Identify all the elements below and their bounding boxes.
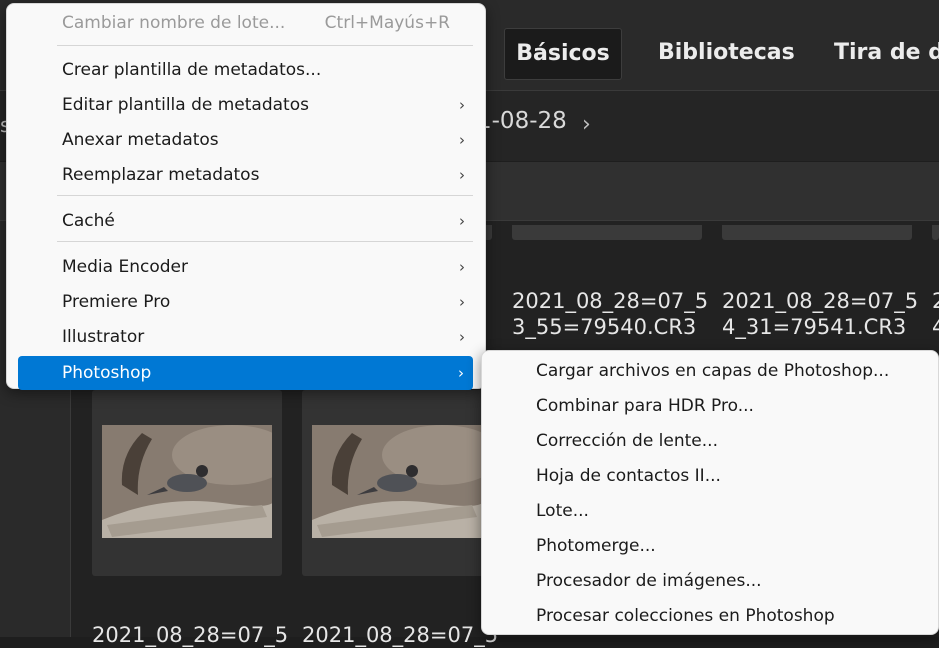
menu-item-label: Caché bbox=[62, 211, 115, 231]
thumbnail-card[interactable] bbox=[92, 390, 282, 576]
chevron-right-icon: › bbox=[459, 131, 465, 149]
file-name[interactable]: 2021_08_28=07_5 bbox=[302, 622, 498, 648]
submenu-item-process-collections[interactable]: Procesar colecciones en Photoshop bbox=[536, 599, 835, 633]
menu-item-label: Editar plantilla de metadatos bbox=[62, 95, 309, 115]
submenu-item-load-layers[interactable]: Cargar archivos en capas de Photoshop... bbox=[536, 354, 889, 388]
chevron-right-icon: › bbox=[459, 166, 465, 184]
menu-item-edit-metadata-template[interactable]: Editar plantilla de metadatos › bbox=[7, 88, 485, 122]
file-name[interactable]: 2021_08_28=07_5 bbox=[92, 622, 288, 648]
submenu-item-lens-correction[interactable]: Corrección de lente... bbox=[536, 424, 718, 458]
chevron-right-icon: › bbox=[459, 96, 465, 114]
file-name[interactable]: 2021_08_28=07_5 4_31=79541.CR3 bbox=[722, 288, 918, 340]
menu-item-media-encoder[interactable]: Media Encoder › bbox=[7, 250, 485, 284]
path-chevron-icon[interactable]: › bbox=[582, 112, 591, 137]
chevron-right-icon: › bbox=[459, 212, 465, 230]
photoshop-submenu: Cargar archivos en capas de Photoshop...… bbox=[481, 350, 939, 635]
chevron-right-icon: › bbox=[458, 364, 464, 382]
file-name-line: 4 bbox=[932, 315, 939, 339]
menu-item-label: Anexar metadatos bbox=[62, 130, 219, 150]
menu-item-label: Photoshop bbox=[62, 363, 152, 383]
file-name[interactable]: 2021_08_28=07_5 3_55=79540.CR3 bbox=[512, 288, 708, 340]
submenu-item-image-processor[interactable]: Procesador de imágenes... bbox=[536, 564, 762, 598]
path-segment-folder[interactable]: 1-08-28 bbox=[477, 108, 567, 134]
menu-separator bbox=[57, 45, 473, 46]
workspace-tab-bibliotecas[interactable]: Bibliotecas bbox=[658, 28, 795, 78]
menu-item-label: Crear plantilla de metadatos... bbox=[62, 60, 322, 80]
workspace-tab-basicos[interactable]: Básicos bbox=[504, 28, 622, 80]
submenu-item-photomerge[interactable]: Photomerge... bbox=[536, 529, 656, 563]
file-name-line: 2021_08_28=07_5 bbox=[722, 289, 919, 313]
menu-item-create-metadata-template[interactable]: Crear plantilla de metadatos... bbox=[7, 53, 485, 87]
menu-item-batch-rename: Cambiar nombre de lote... Ctrl+Mayús+R bbox=[7, 6, 485, 40]
menu-item-shortcut: Ctrl+Mayús+R bbox=[324, 13, 450, 33]
menu-separator bbox=[57, 195, 473, 196]
menu-item-label: Reemplazar metadatos bbox=[62, 165, 260, 185]
menu-separator bbox=[57, 241, 473, 242]
thumbnail-card[interactable] bbox=[302, 390, 492, 576]
bird-photo bbox=[102, 425, 272, 538]
chevron-right-icon: › bbox=[459, 258, 465, 276]
submenu-item-batch[interactable]: Lote... bbox=[536, 494, 589, 528]
workspace-tab-tira[interactable]: Tira de di bbox=[834, 28, 939, 78]
menu-item-illustrator[interactable]: Illustrator › bbox=[7, 320, 485, 354]
context-menu: Cambiar nombre de lote... Ctrl+Mayús+R C… bbox=[6, 3, 486, 390]
thumbnail-cell-top bbox=[722, 225, 912, 240]
menu-item-photoshop[interactable]: Photoshop › bbox=[18, 356, 473, 390]
file-name[interactable]: 2 4 bbox=[932, 288, 939, 340]
menu-item-append-metadata[interactable]: Anexar metadatos › bbox=[7, 123, 485, 157]
file-name-line: 2 bbox=[932, 289, 939, 313]
menu-item-label: Illustrator bbox=[62, 327, 145, 347]
menu-item-label: Media Encoder bbox=[62, 257, 188, 277]
menu-item-premiere-pro[interactable]: Premiere Pro › bbox=[7, 285, 485, 319]
menu-item-label: Premiere Pro bbox=[62, 292, 171, 312]
submenu-item-contact-sheet[interactable]: Hoja de contactos II... bbox=[536, 459, 721, 493]
menu-item-cache[interactable]: Caché › bbox=[7, 204, 485, 238]
file-name-line: 4_31=79541.CR3 bbox=[722, 315, 907, 339]
menu-item-replace-metadata[interactable]: Reemplazar metadatos › bbox=[7, 158, 485, 192]
menu-item-label: Cambiar nombre de lote... bbox=[62, 13, 286, 33]
chevron-right-icon: › bbox=[459, 293, 465, 311]
file-name-line: 2021_08_28=07_5 bbox=[512, 289, 709, 313]
bird-photo bbox=[312, 425, 482, 538]
thumbnail-cell-top bbox=[932, 225, 939, 240]
thumbnail-cell-top bbox=[512, 225, 702, 240]
chevron-right-icon: › bbox=[459, 328, 465, 346]
file-name-line: 3_55=79540.CR3 bbox=[512, 315, 697, 339]
submenu-item-hdr-pro[interactable]: Combinar para HDR Pro... bbox=[536, 389, 754, 423]
